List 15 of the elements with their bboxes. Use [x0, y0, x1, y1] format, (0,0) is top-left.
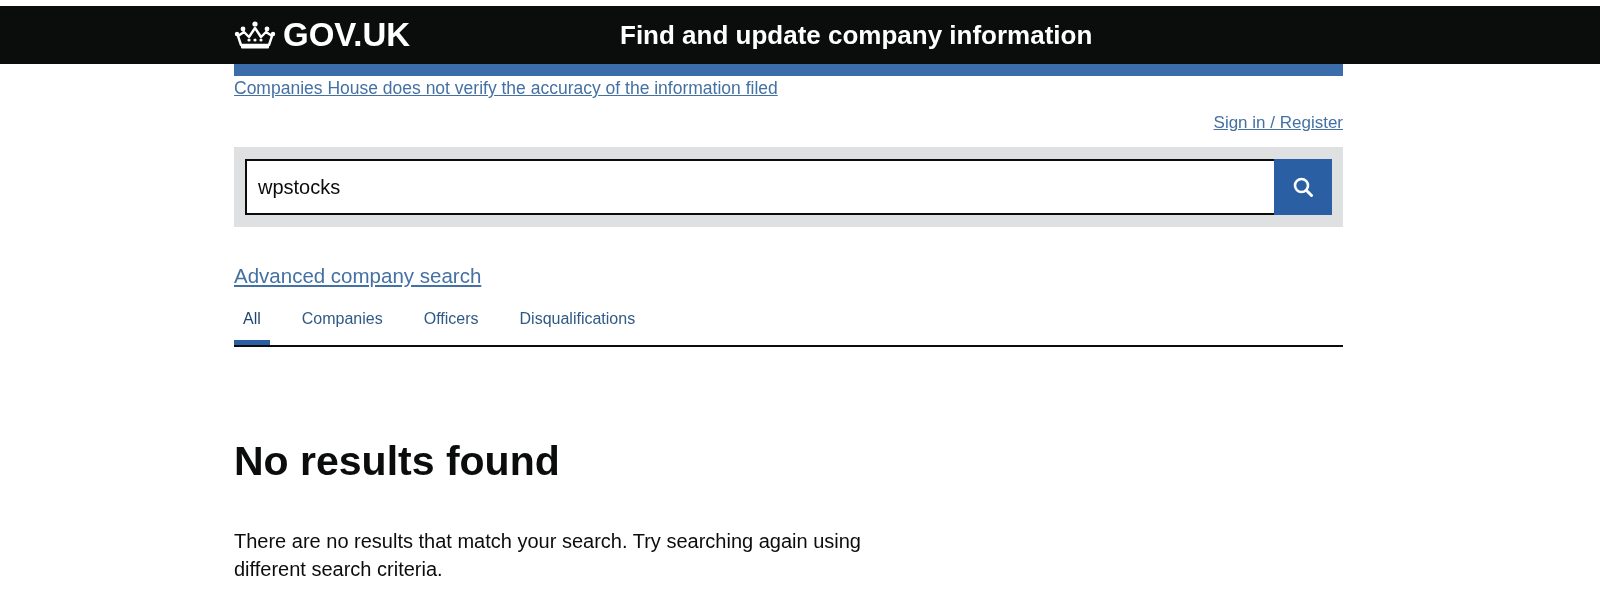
- search-icon: [1293, 177, 1313, 197]
- sign-in-link[interactable]: Sign in / Register: [1213, 113, 1343, 133]
- search-field[interactable]: wpstocks: [245, 159, 1274, 215]
- disclaimer-link[interactable]: Companies House does not verify the accuracy of the information filed: [234, 78, 778, 99]
- gov-uk-logo[interactable]: GOV.UK: [283, 16, 411, 54]
- service-name[interactable]: Find and update company information: [620, 20, 1093, 50]
- no-results-message: There are no results that match your search. Try searching again using different search criteria.: [234, 529, 862, 582]
- tab[interactable]: Companies: [292, 305, 392, 345]
- search-button[interactable]: [1274, 159, 1332, 215]
- results-heading: No results found: [234, 437, 560, 485]
- tab[interactable]: Disqualifications: [510, 305, 645, 345]
- advanced-search-link[interactable]: Advanced company search: [234, 264, 482, 287]
- tab[interactable]: All: [234, 305, 270, 345]
- tab[interactable]: Officers: [414, 305, 488, 345]
- crown-icon: [234, 20, 276, 50]
